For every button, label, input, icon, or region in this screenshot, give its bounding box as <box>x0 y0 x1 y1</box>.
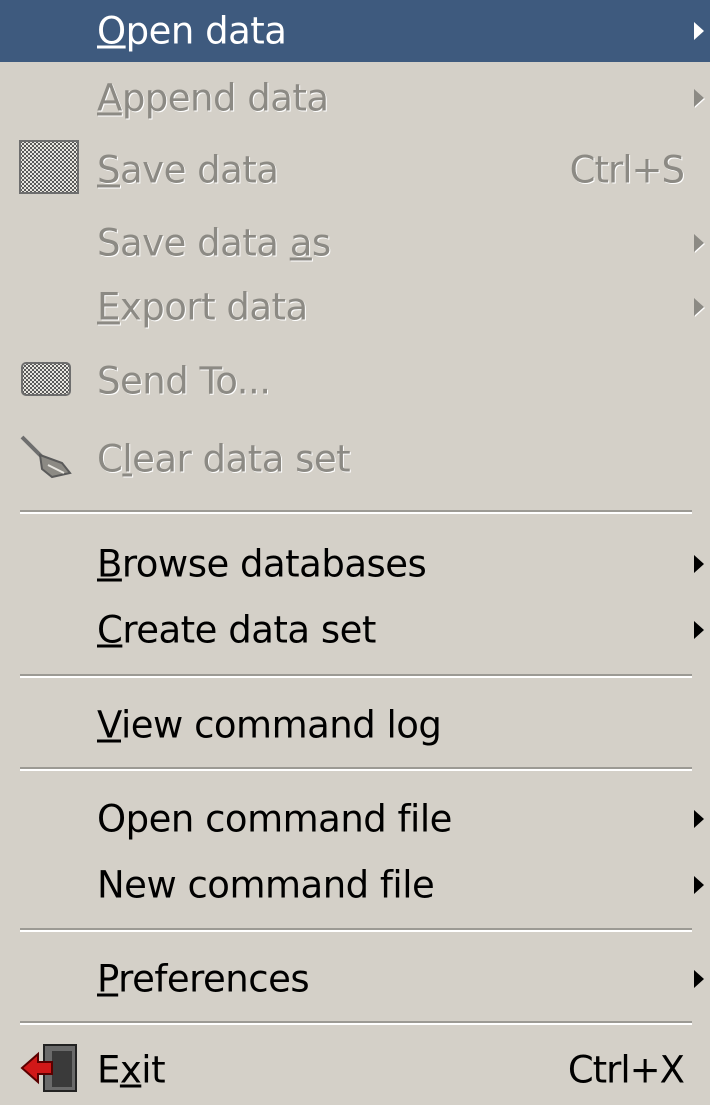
menu-item-label: View command log <box>97 703 442 747</box>
menu-separator <box>20 1021 692 1025</box>
menu-item-export-data[interactable]: Export data <box>0 272 710 342</box>
menu-item-label: Append data <box>97 76 329 120</box>
menu-item-label: Save data <box>97 148 279 192</box>
menu-item-clear-data-set[interactable]: Clear data set <box>0 424 710 494</box>
submenu-arrow-icon <box>694 555 704 573</box>
send-to-icon <box>18 359 74 403</box>
menu-item-label: New command file <box>97 863 435 907</box>
menu-item-new-command-file[interactable]: New command file <box>0 850 710 920</box>
menu-item-label: Save data as <box>97 221 331 265</box>
menu-item-append-data[interactable]: Append data <box>0 63 710 133</box>
menu-item-label: Send To... <box>97 359 271 403</box>
menu-item-label: Exit <box>97 1048 166 1092</box>
menu-separator <box>20 928 692 932</box>
menu-item-label: Clear data set <box>97 437 351 481</box>
save-icon <box>18 139 82 201</box>
menu-separator <box>20 674 692 678</box>
menu-item-preferences[interactable]: Preferences <box>0 944 710 1014</box>
menu-item-send-to[interactable]: Send To... <box>0 346 710 416</box>
menu-item-label: Open data <box>97 9 287 53</box>
menu-separator <box>20 510 692 514</box>
submenu-arrow-icon <box>694 810 704 828</box>
menu-item-shortcut: Ctrl+X <box>567 1048 685 1092</box>
menu-item-save-data[interactable]: Save data Ctrl+S <box>0 135 710 205</box>
menu-item-exit[interactable]: Exit Ctrl+X <box>0 1035 710 1105</box>
menu-item-label: Browse databases <box>97 542 427 586</box>
menu-item-create-data-set[interactable]: Create data set <box>0 595 710 665</box>
menu-item-label: Open command file <box>97 797 452 841</box>
submenu-arrow-icon <box>694 234 704 252</box>
menu-item-label: Preferences <box>97 957 310 1001</box>
menu-item-open-command-file[interactable]: Open command file <box>0 784 710 854</box>
submenu-arrow-icon <box>694 22 704 40</box>
menu-item-save-data-as[interactable]: Save data as <box>0 208 710 278</box>
menu-item-view-command-log[interactable]: View command log <box>0 690 710 760</box>
submenu-arrow-icon <box>694 89 704 107</box>
menu-item-label: Create data set <box>97 608 376 652</box>
menu-item-browse-databases[interactable]: Browse databases <box>0 529 710 599</box>
menu-item-open-data[interactable]: Open data <box>0 0 710 62</box>
submenu-arrow-icon <box>694 970 704 988</box>
submenu-arrow-icon <box>694 621 704 639</box>
submenu-arrow-icon <box>694 876 704 894</box>
menu-item-label: Export data <box>97 285 308 329</box>
file-menu: Open data Append data Save data Ctrl+S S… <box>0 0 710 1105</box>
broom-icon <box>18 433 74 485</box>
exit-door-icon <box>18 1041 80 1099</box>
menu-separator <box>20 767 692 771</box>
menu-item-shortcut: Ctrl+S <box>569 148 685 192</box>
submenu-arrow-icon <box>694 298 704 316</box>
